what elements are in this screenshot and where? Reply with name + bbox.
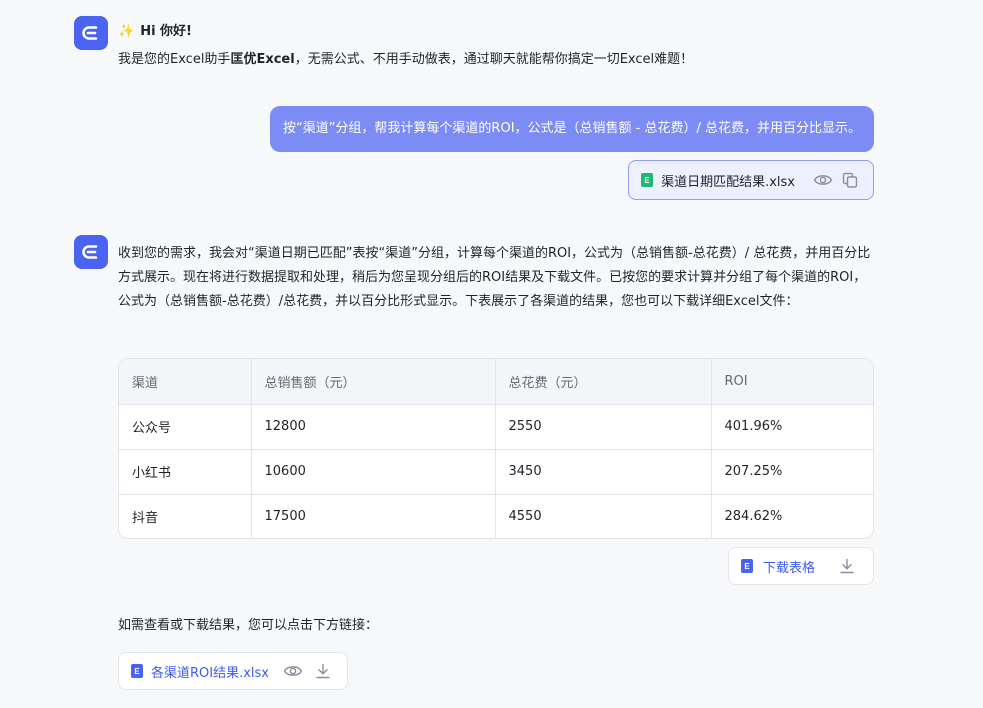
assistant-name: 匡优Excel bbox=[230, 52, 294, 67]
welcome-body-prefix: 我是您的Excel助手 bbox=[118, 52, 230, 67]
table-header-cell: 总花费（元） bbox=[495, 359, 711, 404]
result-file-name[interactable]: 各渠道ROI结果.xlsx bbox=[151, 662, 269, 681]
sparkle-icon: ✨ bbox=[118, 22, 134, 42]
download-note: 如需查看或下载结果，您可以点击下方链接： bbox=[118, 616, 378, 636]
table-cell: 17500 bbox=[251, 494, 495, 539]
table-row: 抖音 17500 4550 284.62% bbox=[119, 494, 874, 539]
table-cell: 抖音 bbox=[119, 494, 251, 539]
download-table-label: 下载表格 bbox=[763, 557, 815, 576]
assistant-logo-icon bbox=[80, 241, 102, 263]
table-header-cell: 总销售额（元） bbox=[251, 359, 495, 404]
table-cell: 2550 bbox=[495, 404, 711, 449]
table-cell: 207.25% bbox=[711, 449, 874, 494]
assistant-avatar bbox=[74, 16, 108, 50]
user-attachment-chip[interactable]: E 渠道日期匹配结果.xlsx bbox=[628, 160, 874, 200]
table-row: 小红书 10600 3450 207.25% bbox=[119, 449, 874, 494]
excel-file-icon: E bbox=[641, 173, 653, 187]
table-cell: 284.62% bbox=[711, 494, 874, 539]
welcome-title: ✨ Hi 你好! bbox=[118, 22, 192, 42]
welcome-greeting: Hi 你好! bbox=[140, 22, 192, 42]
download-table-button[interactable]: E 下载表格 bbox=[728, 547, 874, 585]
copy-icon[interactable] bbox=[841, 171, 859, 189]
assistant-avatar bbox=[74, 235, 108, 269]
download-icon[interactable] bbox=[839, 558, 855, 574]
attachment-file-name[interactable]: 渠道日期匹配结果.xlsx bbox=[661, 171, 795, 190]
welcome-body: 我是您的Excel助手匡优Excel，无需公式、不用手动做表，通过聊天就能帮你搞… bbox=[118, 50, 693, 70]
table-cell: 小红书 bbox=[119, 449, 251, 494]
table-cell: 401.96% bbox=[711, 404, 874, 449]
excel-file-icon: E bbox=[131, 664, 143, 678]
table-header-cell: ROI bbox=[711, 359, 874, 404]
table-cell: 4550 bbox=[495, 494, 711, 539]
table-cell: 10600 bbox=[251, 449, 495, 494]
excel-file-icon: E bbox=[741, 559, 753, 573]
assistant-logo-icon bbox=[80, 22, 102, 44]
preview-eye-icon[interactable] bbox=[283, 664, 303, 678]
download-icon[interactable] bbox=[315, 663, 331, 679]
table-row: 公众号 12800 2550 401.96% bbox=[119, 404, 874, 449]
table-header-row: 渠道 总销售额（元） 总花费（元） ROI bbox=[119, 359, 874, 404]
table-header-cell: 渠道 bbox=[119, 359, 251, 404]
result-file-link[interactable]: E 各渠道ROI结果.xlsx bbox=[118, 652, 348, 690]
table-cell: 公众号 bbox=[119, 404, 251, 449]
assistant-reply-text: 收到您的需求，我会对“渠道日期已匹配”表按“渠道”分组，计算每个渠道的ROI，公… bbox=[118, 242, 876, 314]
table-cell: 12800 bbox=[251, 404, 495, 449]
welcome-body-suffix: ，无需公式、不用手动做表，通过聊天就能帮你搞定一切Excel难题！ bbox=[295, 52, 693, 67]
user-message-bubble: 按“渠道”分组，帮我计算每个渠道的ROI，公式是（总销售额 - 总花费）/ 总花… bbox=[270, 106, 874, 152]
roi-result-table: 渠道 总销售额（元） 总花费（元） ROI 公众号 12800 2550 401… bbox=[118, 358, 874, 539]
preview-eye-icon[interactable] bbox=[813, 173, 833, 187]
table-cell: 3450 bbox=[495, 449, 711, 494]
